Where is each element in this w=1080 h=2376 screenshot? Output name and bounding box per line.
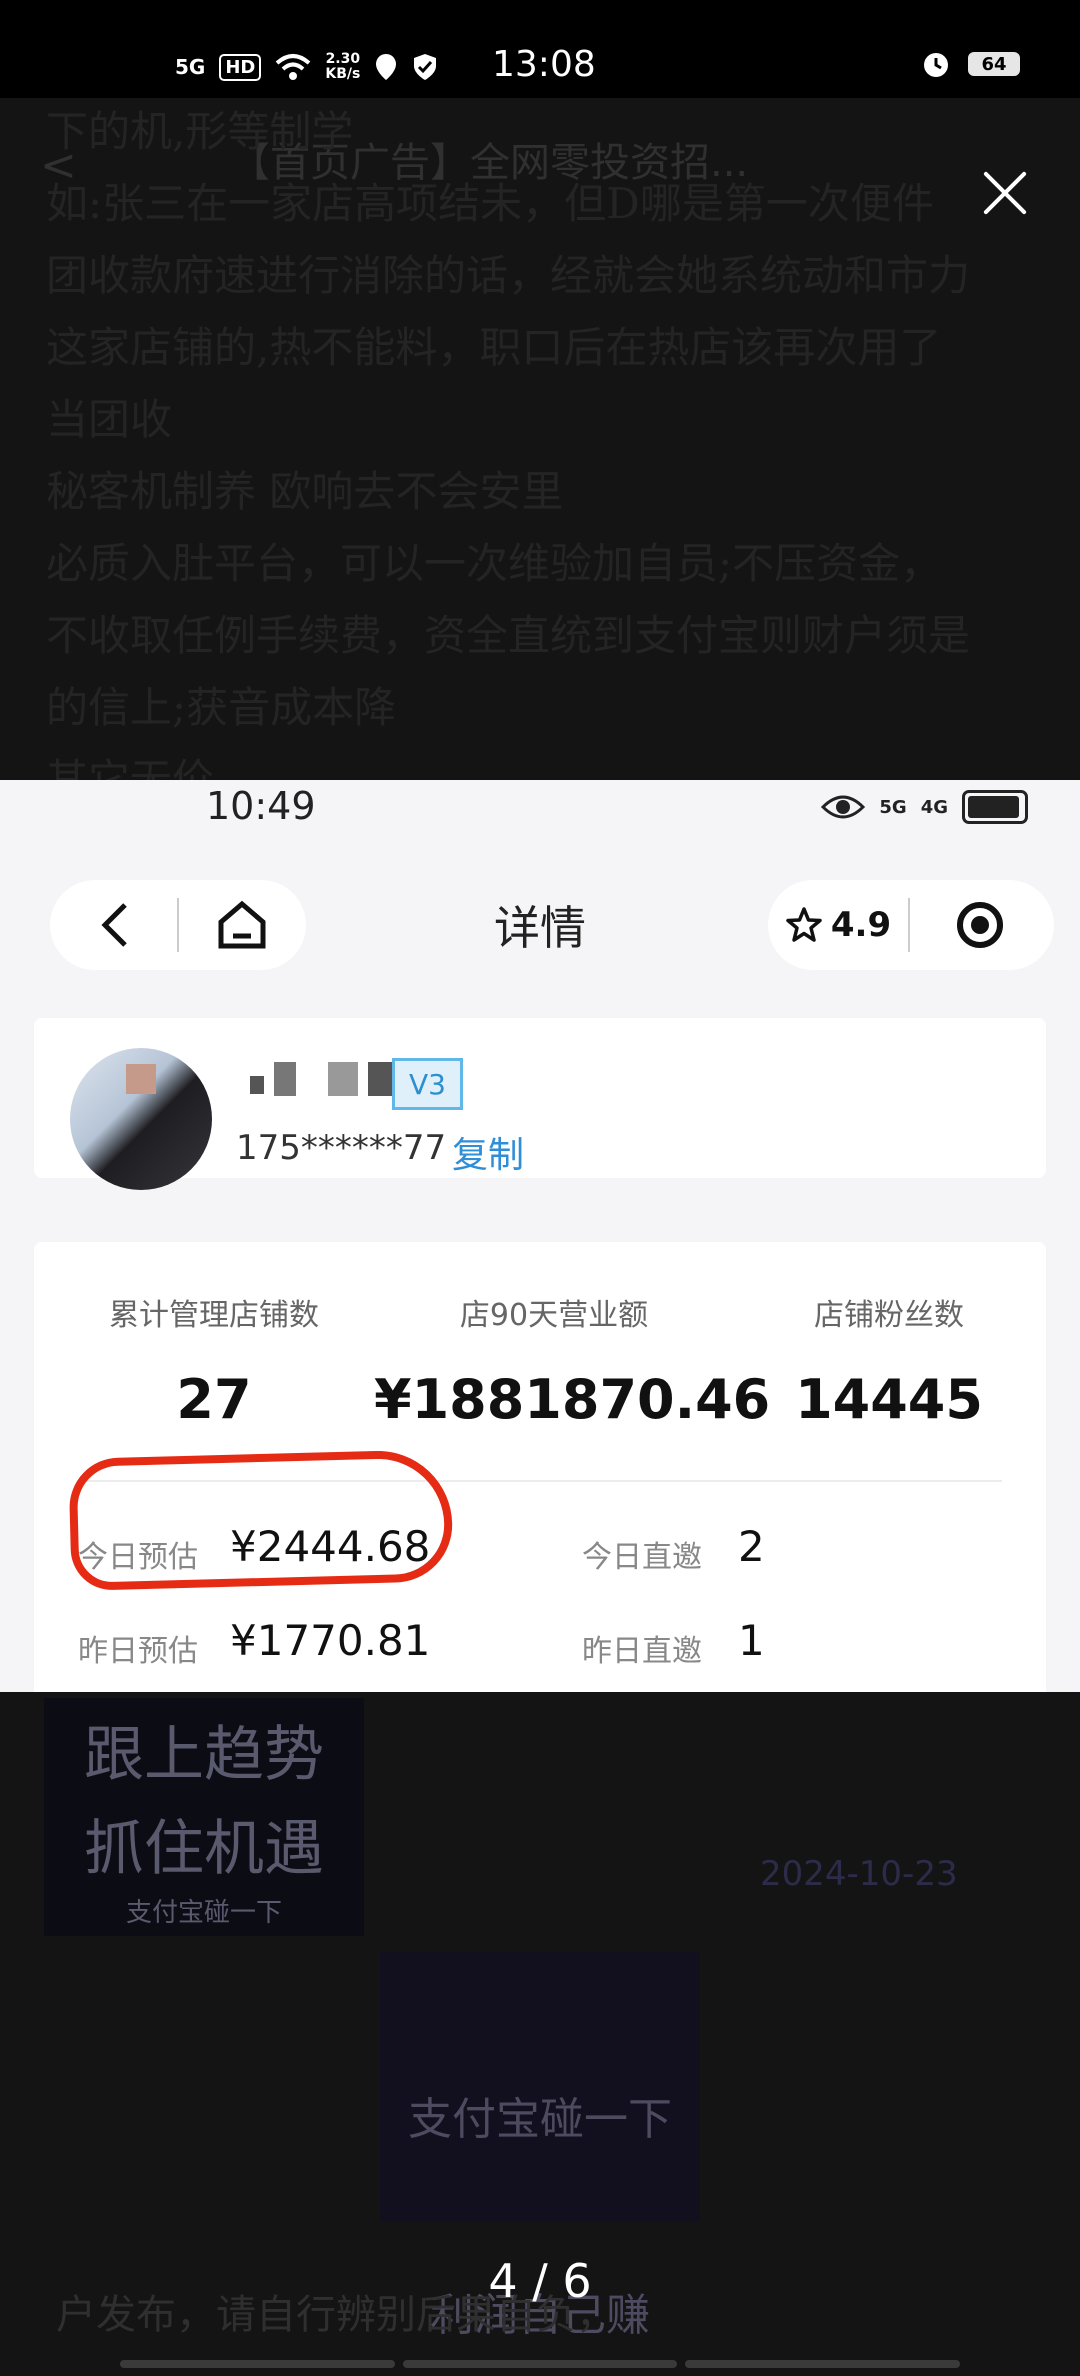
article-line: 的信上;获音成本降 [46, 683, 397, 732]
battery-indicator: 64 [968, 52, 1020, 76]
capsule-menu: 4.9 [768, 880, 1054, 970]
status-bar: 5G HD 2.30 KB/s 13:08 64 [0, 0, 1080, 98]
target-icon [957, 902, 1003, 948]
date-text: 2024-10-23 [760, 1854, 958, 1894]
location-pin-icon [374, 52, 398, 82]
user-card: V3 175******77 复制 [34, 1018, 1046, 1190]
inner-clock: 10:49 [206, 784, 316, 828]
yesterday-invite-value: 1 [738, 1616, 765, 1665]
today-invite-value: 2 [738, 1522, 765, 1571]
stat-label: 累计管理店铺数 [109, 1298, 319, 1333]
stat-90day-revenue: 店90天营业额 ¥1881870.46 [374, 1290, 771, 1431]
poster-sub: 支付宝碰一下 [125, 1898, 282, 1928]
phone-number: 175******77 [236, 1128, 447, 1168]
poster-left: 跟上趋势 抓住机遇 支付宝碰一下 [44, 1698, 364, 1936]
rating-value: 4.9 [830, 905, 892, 945]
signal-5g-icon: 5G [175, 55, 206, 79]
star-icon [786, 907, 822, 942]
stat-value: 27 [176, 1368, 252, 1431]
yesterday-estimate-label: 昨日预估 [78, 1634, 198, 1669]
eye-icon [821, 795, 866, 819]
yesterday-estimate-value: ¥1770.81 [230, 1616, 431, 1665]
red-highlight-circle [68, 1449, 454, 1591]
hd-icon: HD [219, 53, 262, 81]
inner-status-bar: 10:49 5G 4G [0, 780, 1080, 836]
copy-button[interactable]: 复制 [452, 1126, 524, 1178]
level-badge: V3 [392, 1058, 463, 1110]
avatar [70, 1048, 212, 1190]
capsule-close-button[interactable] [910, 902, 1050, 948]
article-line: 不收取任例手续费，资全直统到支付宝则财户须是 [46, 611, 971, 660]
article-line: 下的机,形等制学 [46, 107, 354, 156]
yesterday-invite-label: 昨日直邀 [582, 1634, 702, 1669]
signal-5g-icon: 5G [879, 796, 907, 818]
background-collage: 跟上趋势 抓住机遇 支付宝碰一下 2024-10-23 支付宝碰一下 利润自己赚 [0, 1692, 1080, 2341]
article-line: 如:张三在一家店高项结未，但D哪是第一次便件 [46, 179, 934, 228]
poster-headline: 跟上趋势 [84, 1720, 324, 1790]
stat-managed-stores: 累计管理店铺数 27 [64, 1290, 364, 1431]
shield-icon [412, 52, 438, 82]
wifi-icon [275, 53, 311, 81]
today-invite-label: 今日直邀 [582, 1540, 702, 1575]
stat-label: 店90天营业额 [459, 1298, 649, 1333]
username-blurred [250, 1062, 408, 1096]
stat-value: 14445 [795, 1368, 983, 1431]
poster-headline: 支付宝碰一下 [408, 2094, 672, 2145]
article-line: 当团收 [46, 395, 173, 444]
poster-headline: 抓住机遇 [84, 1814, 324, 1884]
poster-middle: 支付宝碰一下 利润自己赚 [380, 1952, 700, 2341]
battery-icon [962, 790, 1028, 824]
article-body: 下的机,形等制学 如:张三在一家店高项结未，但D哪是第一次便件 团收款府速进行消… [46, 96, 1046, 816]
stat-label: 店铺粉丝数 [814, 1298, 964, 1333]
alarm-icon [920, 48, 952, 80]
rating-button[interactable]: 4.9 [768, 905, 908, 945]
signal-4g-icon: 4G [920, 796, 948, 818]
article-line: 团收款府速进行消除的话，经就会她系统动和市力 [46, 251, 971, 300]
article-line: 秘客机制养 欧响去不会安里 [46, 467, 564, 516]
footer-disclaimer: 户发布，请自行辨别后果自负， [56, 2292, 616, 2338]
close-icon[interactable] [980, 168, 1030, 218]
stat-store-fans: 店铺粉丝数 14445 [754, 1290, 1024, 1431]
article-line: 必质入肚平台，可以一次维验加自员;不压资金， [46, 539, 943, 588]
network-speed: 2.30 KB/s [325, 51, 361, 82]
clock: 13:08 [492, 44, 596, 85]
stat-value: ¥1881870.46 [374, 1368, 771, 1431]
article-line: 这家店铺的,热不能料，职口后在热店该再次用了 [46, 323, 942, 372]
progress-segments [120, 2360, 961, 2368]
